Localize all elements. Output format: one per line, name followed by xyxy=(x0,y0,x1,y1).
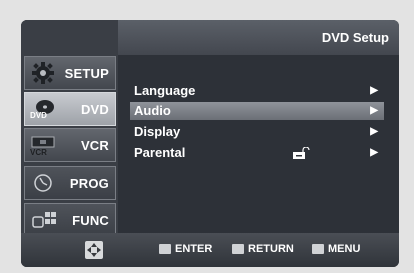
clock-icon xyxy=(25,170,61,196)
arrow-right-icon: ▶ xyxy=(370,126,378,137)
menu-item-label: Parental xyxy=(134,145,186,160)
return-button[interactable]: RETURN xyxy=(232,243,294,255)
unlock-icon xyxy=(293,147,310,159)
menu-item-display[interactable]: Display ▶ xyxy=(130,123,384,141)
enter-label: ENTER xyxy=(175,243,213,255)
menu-item-label: Display xyxy=(134,124,181,139)
sidebar-item-label: DVD xyxy=(80,101,109,117)
func-icon xyxy=(25,207,61,233)
sidebar-item-label: FUNC xyxy=(72,212,109,228)
dvd-icon-label: DVD xyxy=(30,111,47,120)
vcr-icon: VCR xyxy=(25,132,61,158)
sidebar-item-label: SETUP xyxy=(64,65,109,81)
menu-item-label: Audio xyxy=(134,103,171,118)
dvd-disc-icon: DVD xyxy=(25,96,61,122)
sidebar-item-func[interactable]: FUNC xyxy=(24,203,116,237)
navigation-pad-icon xyxy=(85,241,103,259)
arrow-right-icon: ▶ xyxy=(370,105,378,116)
arrow-right-icon: ▶ xyxy=(370,85,378,96)
menu-key-icon xyxy=(312,244,324,254)
sidebar: SETUP DVD DVD VCR VCR PROG FUNC xyxy=(21,20,118,267)
sidebar-item-label: PROG xyxy=(69,175,109,191)
gear-icon xyxy=(25,60,61,86)
menu-button[interactable]: MENU xyxy=(312,243,360,255)
enter-button[interactable]: ENTER xyxy=(159,243,212,255)
menu-item-audio[interactable]: Audio ▶ xyxy=(130,102,384,120)
menu-item-label: Language xyxy=(134,83,196,98)
return-key-icon xyxy=(232,244,244,254)
dvd-setup-screen: SETUP DVD DVD VCR VCR PROG FUNC DVD Setu… xyxy=(21,20,399,267)
page-title: DVD Setup xyxy=(321,30,389,45)
sidebar-item-vcr[interactable]: VCR VCR xyxy=(24,128,116,162)
sidebar-item-setup[interactable]: SETUP xyxy=(24,56,116,90)
setup-menu: Language ▶ Audio ▶ Display ▶ Parental ▶ xyxy=(118,55,399,233)
arrow-right-icon: ▶ xyxy=(370,147,378,158)
menu-item-parental[interactable]: Parental ▶ xyxy=(130,144,384,162)
header-bar: DVD Setup xyxy=(118,20,399,55)
sidebar-item-prog[interactable]: PROG xyxy=(24,166,116,200)
sidebar-item-label: VCR xyxy=(80,137,109,153)
return-label: RETURN xyxy=(248,243,294,255)
sidebar-item-dvd[interactable]: DVD DVD xyxy=(24,92,116,126)
footer-bar: ENTER RETURN MENU xyxy=(21,233,399,267)
sidebar-top xyxy=(21,20,118,55)
vcr-icon-label: VCR xyxy=(30,148,47,156)
menu-item-language[interactable]: Language ▶ xyxy=(130,82,384,100)
enter-key-icon xyxy=(159,244,171,254)
menu-label: MENU xyxy=(328,243,361,255)
